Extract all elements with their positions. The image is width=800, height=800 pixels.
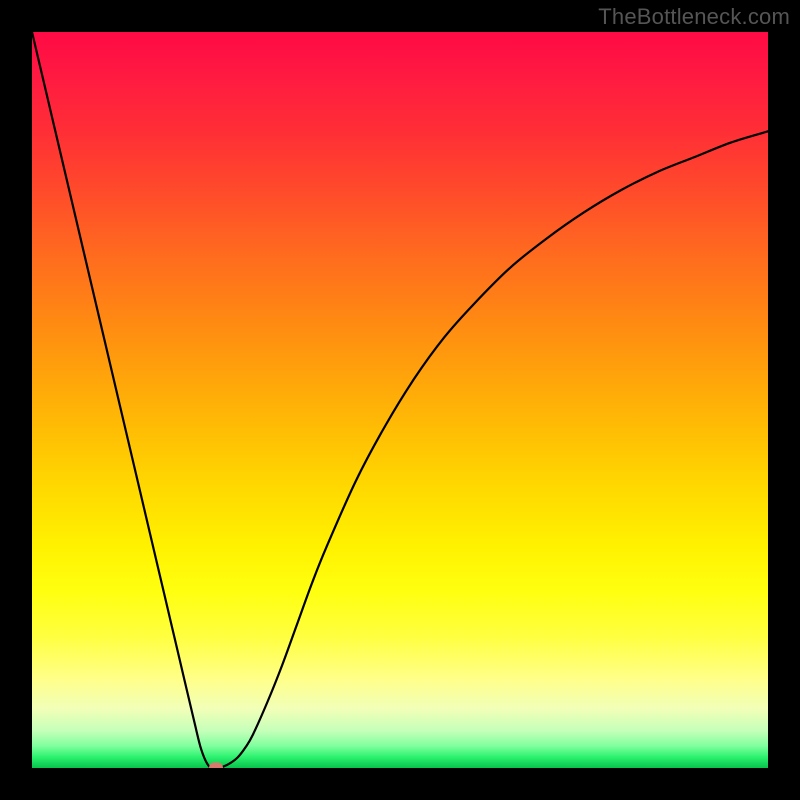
watermark-text: TheBottleneck.com: [598, 4, 790, 30]
optimal-point-marker: [209, 763, 223, 769]
plot-area: [32, 32, 768, 768]
chart-frame: TheBottleneck.com: [0, 0, 800, 800]
bottleneck-curve: [32, 32, 768, 768]
